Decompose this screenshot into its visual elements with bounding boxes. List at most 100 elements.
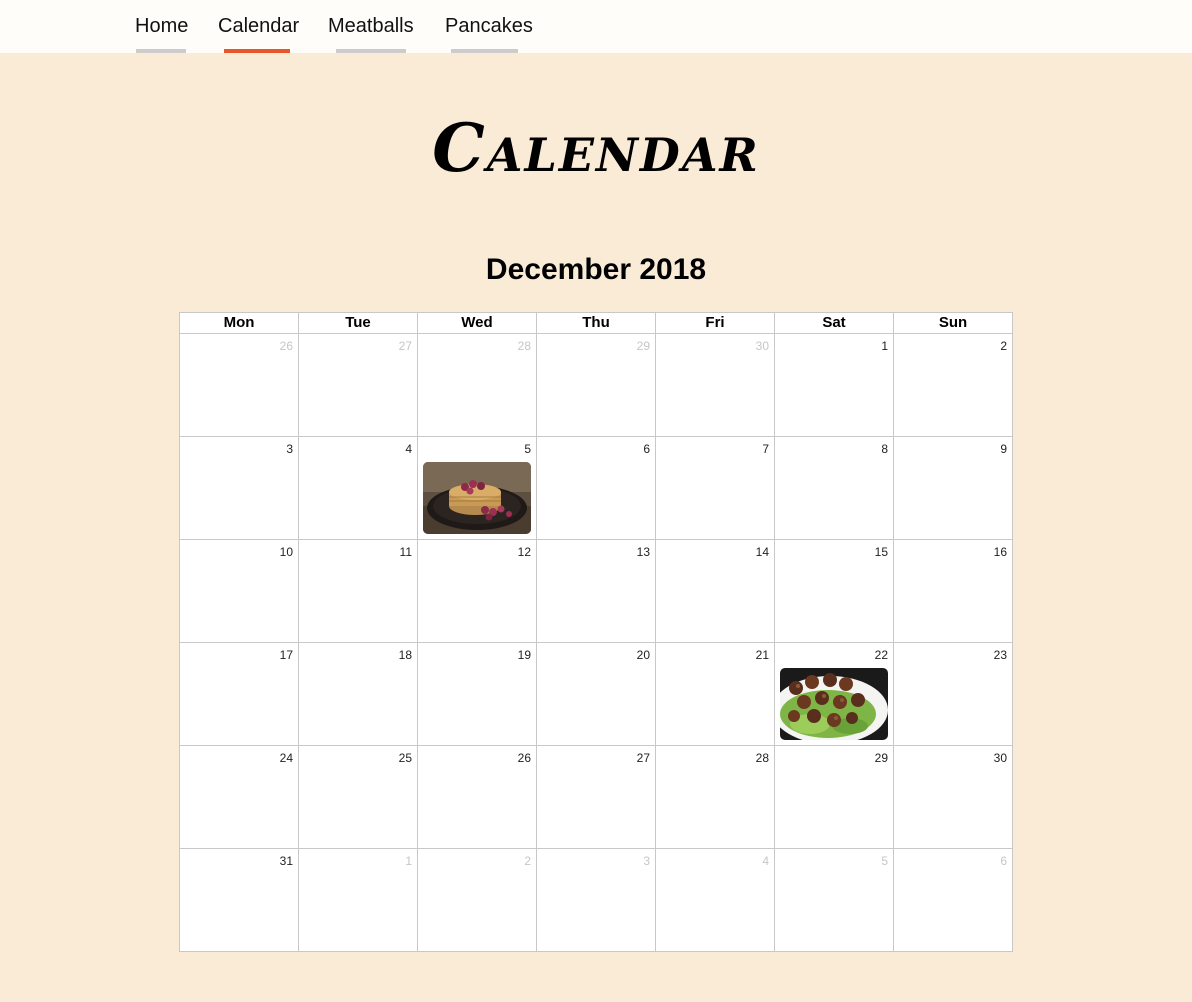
day-number: 1 bbox=[405, 854, 412, 868]
day-number: 28 bbox=[517, 339, 531, 353]
nav-pancakes-label: Pancakes bbox=[445, 15, 533, 37]
day-number: 30 bbox=[993, 751, 1007, 765]
meatballs-photo[interactable] bbox=[780, 668, 888, 740]
weekday-header: Wed bbox=[417, 312, 537, 334]
calendar-week-row: 10 11 12 13 14 15 16 bbox=[179, 539, 1013, 643]
day-number: 10 bbox=[279, 545, 293, 559]
pancakes-photo[interactable] bbox=[423, 462, 531, 534]
nav-meatballs-label: Meatballs bbox=[328, 15, 414, 37]
day-number: 27 bbox=[398, 339, 412, 353]
weekday-header: Sun bbox=[893, 312, 1013, 334]
weekday-header: Thu bbox=[536, 312, 656, 334]
day-number: 25 bbox=[398, 751, 412, 765]
nav-home[interactable]: Home bbox=[135, 0, 188, 53]
day-number: 1 bbox=[881, 339, 888, 353]
calendar-day-cell: 30 bbox=[655, 333, 775, 437]
nav-underline bbox=[451, 49, 518, 53]
calendar-day-cell: 6 bbox=[536, 436, 656, 540]
day-number: 18 bbox=[398, 648, 412, 662]
day-number: 9 bbox=[1000, 442, 1007, 456]
nav-calendar-label: Calendar bbox=[218, 15, 300, 37]
calendar-day-cell: 9 bbox=[893, 436, 1013, 540]
nav-active-underline bbox=[224, 49, 290, 53]
calendar-day-cell: 24 bbox=[179, 745, 299, 849]
day-number: 13 bbox=[636, 545, 650, 559]
calendar-week-row: 26 27 28 29 30 1 2 bbox=[179, 333, 1013, 437]
calendar-day-cell: 21 bbox=[655, 642, 775, 746]
day-number: 31 bbox=[279, 854, 293, 868]
calendar-day-cell: 4 bbox=[655, 848, 775, 952]
day-number: 5 bbox=[524, 442, 531, 456]
calendar-week-row: 3 4 5 6 7 8 9 bbox=[179, 436, 1013, 540]
calendar-day-cell: 5 bbox=[417, 436, 537, 540]
calendar-week-row: 31 1 2 3 4 5 6 bbox=[179, 848, 1013, 952]
nav-underline bbox=[136, 49, 186, 53]
day-number: 24 bbox=[279, 751, 293, 765]
day-number: 27 bbox=[636, 751, 650, 765]
top-nav: Home Calendar Meatballs Pancakes bbox=[0, 0, 1192, 53]
day-number: 22 bbox=[874, 648, 888, 662]
weekday-header: Tue bbox=[298, 312, 418, 334]
calendar-day-cell: 15 bbox=[774, 539, 894, 643]
calendar-day-cell: 27 bbox=[536, 745, 656, 849]
day-number: 11 bbox=[399, 545, 412, 559]
calendar-day-cell: 26 bbox=[179, 333, 299, 437]
calendar-day-cell: 16 bbox=[893, 539, 1013, 643]
calendar-day-cell: 30 bbox=[893, 745, 1013, 849]
calendar-day-cell: 17 bbox=[179, 642, 299, 746]
calendar-day-cell: 7 bbox=[655, 436, 775, 540]
nav-pancakes[interactable]: Pancakes bbox=[445, 0, 533, 53]
calendar-week-row: 17 18 19 20 21 22 23 bbox=[179, 642, 1013, 746]
calendar-day-cell: 10 bbox=[179, 539, 299, 643]
day-number: 3 bbox=[643, 854, 650, 868]
calendar-day-cell: 29 bbox=[536, 333, 656, 437]
calendar-day-cell: 1 bbox=[774, 333, 894, 437]
weekday-header: Sat bbox=[774, 312, 894, 334]
page-title: Calendar bbox=[432, 109, 760, 187]
calendar-body: 26 27 28 29 30 1 2 3 4 5 6 7 8 9 10 11 12 13 14 15 16 17 18 19 2… bbox=[179, 333, 1013, 952]
day-number: 17 bbox=[279, 648, 293, 662]
calendar-day-cell: 25 bbox=[298, 745, 418, 849]
calendar-week-row: 24 25 26 27 28 29 30 bbox=[179, 745, 1013, 849]
day-number: 2 bbox=[1000, 339, 1007, 353]
day-number: 8 bbox=[881, 442, 888, 456]
calendar-day-cell: 6 bbox=[893, 848, 1013, 952]
calendar-day-cell: 23 bbox=[893, 642, 1013, 746]
day-number: 28 bbox=[755, 751, 769, 765]
day-number: 20 bbox=[636, 648, 650, 662]
day-number: 12 bbox=[517, 545, 531, 559]
day-number: 19 bbox=[517, 648, 531, 662]
day-number: 29 bbox=[874, 751, 888, 765]
day-number: 6 bbox=[1000, 854, 1007, 868]
weekday-header: Fri bbox=[655, 312, 775, 334]
nav-underline bbox=[336, 49, 406, 53]
calendar-day-cell: 11 bbox=[298, 539, 418, 643]
day-number: 6 bbox=[643, 442, 650, 456]
calendar-grid: Mon Tue Wed Thu Fri Sat Sun 26 27 28 29 30 1 2… bbox=[179, 312, 1013, 952]
day-number: 21 bbox=[755, 648, 769, 662]
month-title: December 2018 bbox=[485, 253, 707, 286]
day-number: 26 bbox=[517, 751, 531, 765]
calendar-day-cell: 1 bbox=[298, 848, 418, 952]
calendar-day-cell: 13 bbox=[536, 539, 656, 643]
calendar-day-cell: 3 bbox=[179, 436, 299, 540]
day-number: 23 bbox=[993, 648, 1007, 662]
day-number: 2 bbox=[524, 854, 531, 868]
calendar-day-cell: 22 bbox=[774, 642, 894, 746]
day-number: 15 bbox=[874, 545, 888, 559]
calendar-day-cell: 19 bbox=[417, 642, 537, 746]
day-number: 4 bbox=[762, 854, 769, 868]
weekday-header: Mon bbox=[179, 312, 299, 334]
day-number: 7 bbox=[762, 442, 769, 456]
calendar-day-cell: 14 bbox=[655, 539, 775, 643]
calendar-day-cell: 28 bbox=[417, 333, 537, 437]
calendar-day-cell: 27 bbox=[298, 333, 418, 437]
calendar-day-cell: 4 bbox=[298, 436, 418, 540]
weekday-header-row: Mon Tue Wed Thu Fri Sat Sun bbox=[179, 312, 1013, 334]
calendar-day-cell: 18 bbox=[298, 642, 418, 746]
day-number: 5 bbox=[881, 854, 888, 868]
nav-calendar[interactable]: Calendar bbox=[218, 0, 300, 53]
nav-meatballs[interactable]: Meatballs bbox=[328, 0, 416, 53]
calendar-day-cell: 2 bbox=[417, 848, 537, 952]
day-number: 30 bbox=[755, 339, 769, 353]
